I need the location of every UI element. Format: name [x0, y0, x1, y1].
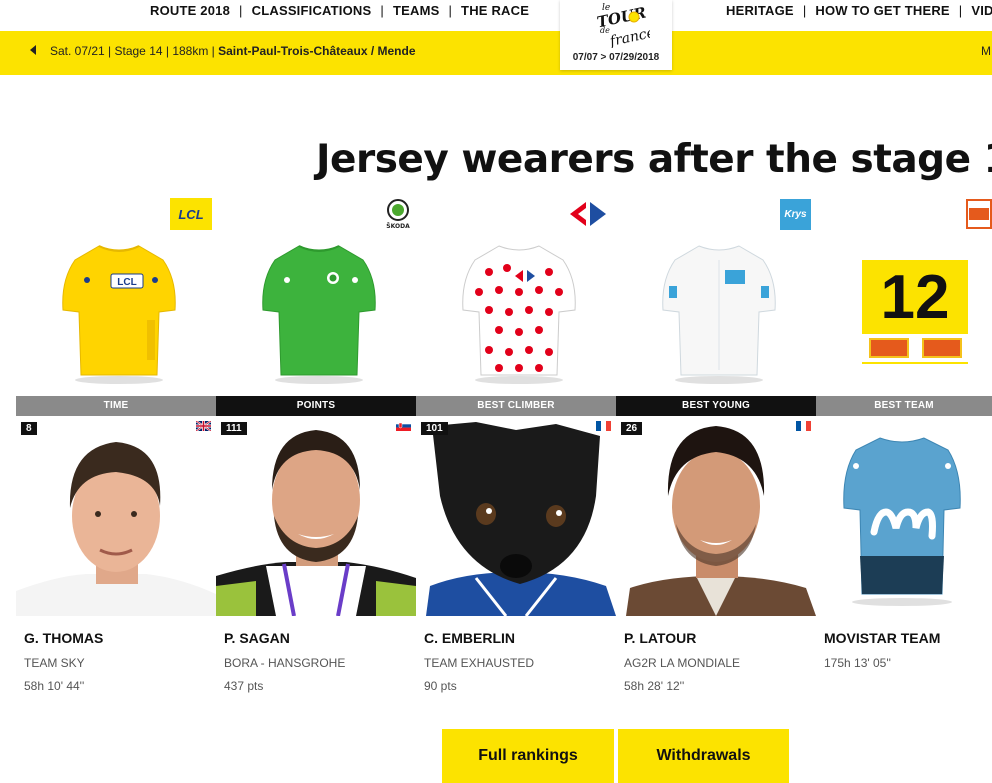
nav-left: ROUTE 2018 | CLASSIFICATIONS | TEAMS | T… — [150, 3, 529, 18]
skoda-sponsor-logo: ŠKODA — [383, 198, 413, 230]
previous-stage-arrow-icon[interactable] — [30, 45, 36, 55]
slovakia-flag-icon — [396, 421, 411, 431]
team-rank-number: 12 — [880, 263, 950, 332]
france-flag-icon — [796, 421, 811, 431]
nav-how-to-get-there[interactable]: HOW TO GET THERE — [815, 3, 949, 18]
withdrawals-button[interactable]: Withdrawals — [618, 729, 789, 783]
stage-details: Sat. 07/21 | Stage 14 | 188km | — [50, 44, 219, 58]
stage-route: Saint-Paul-Trois-Châteaux / Mende — [218, 44, 416, 58]
nav-separator: | — [448, 3, 453, 18]
lcl-logo-text: LCL — [170, 198, 212, 230]
team-sponsor-patch-icon — [862, 334, 968, 362]
rider-time: 58h 28' 12'' — [624, 679, 685, 693]
rider-team: TEAM EXHAUSTED — [424, 656, 535, 670]
bib-number: 101 — [421, 422, 448, 435]
krys-logo-text: Krys — [780, 198, 811, 230]
rider-name[interactable]: P. LATOUR — [624, 630, 696, 646]
nav-separator: | — [958, 3, 963, 18]
rider-photo-emberlin[interactable]: 101 — [416, 416, 616, 616]
rider-portrait-sagan — [216, 430, 416, 616]
svg-text:ŠKODA: ŠKODA — [386, 223, 410, 230]
team-time: 175h 13' 05'' — [824, 656, 891, 670]
rider-team: BORA - HANSGROHE — [224, 656, 346, 670]
nav-route[interactable]: ROUTE 2018 — [150, 3, 230, 18]
tour-de-france-logo[interactable]: le TOUR de france 07/07 > 07/29/2018 — [560, 0, 672, 70]
white-jersey-icon — [662, 245, 776, 384]
nav-separator: | — [802, 3, 807, 18]
uk-flag-icon — [196, 421, 211, 431]
rider-photo-sagan[interactable]: 111 — [216, 416, 416, 616]
nav-video[interactable]: VIDEO — [971, 3, 992, 18]
page-title: Jersey wearers after the stage 14 — [316, 137, 992, 182]
nav-classifications[interactable]: CLASSIFICATIONS — [252, 3, 372, 18]
movistar-jersey-icon — [843, 437, 961, 606]
svg-text:france: france — [608, 25, 650, 48]
bib-number: 111 — [221, 422, 247, 435]
rider-name[interactable]: G. THOMAS — [24, 630, 103, 646]
france-flag-icon — [596, 421, 611, 431]
polka-dot-jersey-icon — [462, 245, 576, 384]
skoda-logo-icon: ŠKODA — [386, 199, 410, 230]
category-time: TIME — [16, 396, 216, 416]
rider-photo-thomas[interactable]: 8 — [16, 416, 216, 616]
rider-photo-latour[interactable]: 26 — [616, 416, 816, 616]
team-name[interactable]: MOVISTAR TEAM — [824, 630, 940, 646]
bib-number: 26 — [621, 422, 643, 435]
top-navigation: ROUTE 2018 | CLASSIFICATIONS | TEAMS | T… — [0, 0, 992, 20]
rider-name[interactable]: P. SAGAN — [224, 630, 290, 646]
nav-teams[interactable]: TEAMS — [393, 3, 440, 18]
team-sponsor-logo — [966, 198, 992, 230]
carrefour-sponsor-logo — [566, 198, 610, 230]
stage-bar-right-text[interactable]: M — [981, 44, 991, 58]
tour-de-france-logo-icon: le TOUR de france — [595, 3, 650, 48]
team-ranking-badge: 12 — [862, 260, 968, 364]
rider-points: 437 pts — [224, 679, 264, 693]
rider-points: 90 pts — [424, 679, 457, 693]
rider-portrait-emberlin — [426, 422, 616, 616]
lcl-sponsor-logo: LCL — [170, 198, 212, 230]
team-jersey-movistar[interactable] — [816, 416, 992, 616]
nav-separator: | — [380, 3, 384, 18]
team-sponsor-badge-icon — [966, 199, 992, 229]
category-points: POINTS — [216, 396, 416, 416]
stage-info[interactable]: Sat. 07/21 | Stage 14 | 188km | Saint-Pa… — [50, 44, 416, 58]
category-best-climber: BEST CLIMBER — [416, 396, 616, 416]
rider-time: 58h 10' 44'' — [24, 679, 85, 693]
rider-portrait-thomas — [16, 442, 216, 616]
category-best-young: BEST YOUNG — [616, 396, 816, 416]
svg-text:LCL: LCL — [117, 277, 136, 288]
rider-name[interactable]: C. EMBERLIN — [424, 630, 515, 646]
rider-team: AG2R LA MONDIALE — [624, 656, 741, 670]
stage-bar: Sat. 07/21 | Stage 14 | 188km | Saint-Pa… — [0, 31, 992, 75]
category-best-team: BEST TEAM — [816, 396, 992, 416]
full-rankings-button[interactable]: Full rankings — [442, 729, 614, 783]
krys-sponsor-logo: Krys — [780, 198, 811, 230]
nav-heritage[interactable]: HERITAGE — [726, 3, 794, 18]
nav-right: HERITAGE | HOW TO GET THERE | VIDEO — [726, 3, 992, 18]
nav-the-race[interactable]: THE RACE — [461, 3, 529, 18]
yellow-jersey-icon: LCL — [62, 245, 176, 384]
race-dates: 07/07 > 07/29/2018 — [572, 52, 660, 63]
green-jersey-icon — [262, 245, 376, 384]
carrefour-logo-icon — [570, 202, 606, 226]
rider-portrait-latour — [626, 426, 816, 616]
nav-separator: | — [239, 3, 243, 18]
rider-team: TEAM SKY — [24, 656, 85, 670]
bib-number: 8 — [21, 422, 37, 435]
